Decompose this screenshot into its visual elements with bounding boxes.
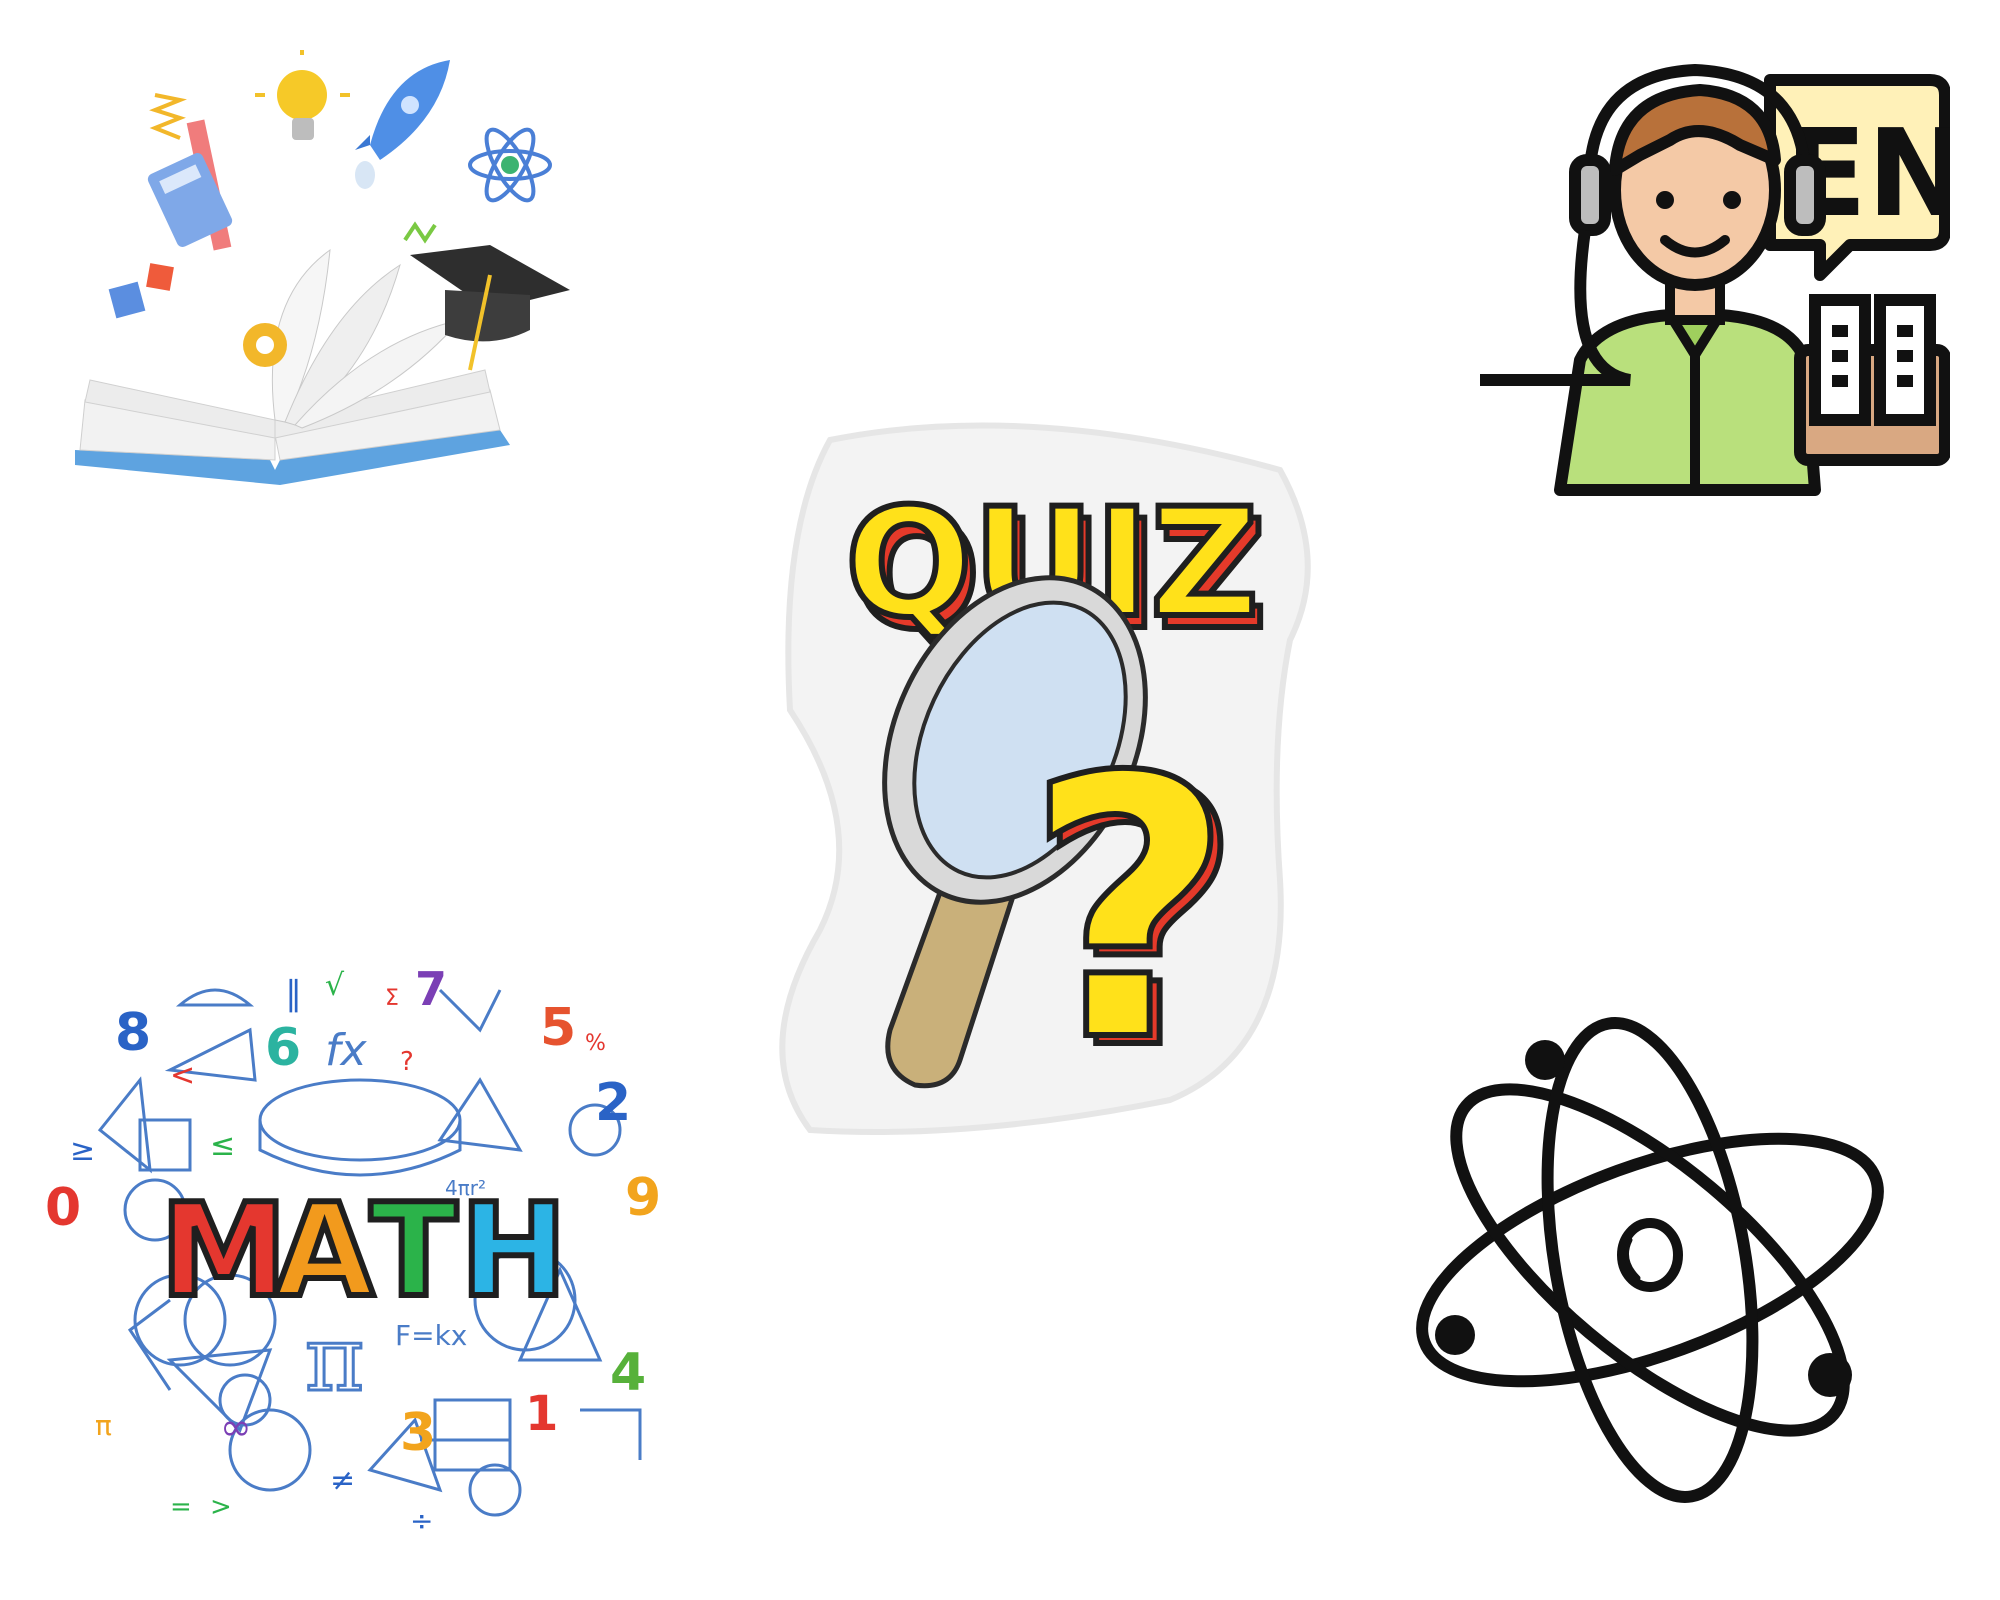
math-number: 8 [115,1003,151,1063]
atom-outline-illustration [1380,990,1910,1530]
atom-outline-icon [1416,1017,1884,1503]
math-letter-a: A [275,1177,374,1326]
math-number: 5 [540,998,576,1058]
math-symbol: % [585,1031,606,1056]
math-symbol: π [95,1409,112,1442]
math-symbol: √ [325,970,345,1003]
atom-icon [468,127,552,203]
dice-icon [108,263,174,319]
math-symbol: ≠ [330,1463,355,1498]
spring-icon [149,93,187,140]
math-number: 3 [400,1403,436,1463]
open-book-icon [75,248,510,485]
math-symbol: = [170,1492,192,1522]
math-letter-m: M [160,1177,287,1326]
math-number: 9 [625,1168,661,1228]
math-symbol: ≥ [70,1133,95,1168]
math-number: 4 [610,1343,646,1403]
svg-text:?: ? [1025,701,1234,1120]
math-symbol: > [210,1492,232,1522]
english-teacher-illustration: EN [1470,40,1950,510]
light-bulb-icon [255,50,350,140]
math-letter-h: H [460,1177,567,1326]
math-number: 1 [525,1386,558,1442]
math-letter-t: T [370,1177,457,1326]
quiz-sticker: QUIZ QUIZ ? ? [770,410,1330,1170]
math-symbol: ÷ [410,1504,433,1537]
avatar [1609,84,1781,291]
math-title: M A T H [157,1174,570,1329]
math-symbol: ? [400,1047,414,1077]
math-number: 2 [595,1073,631,1133]
math-number: 7 [415,970,447,1016]
math-symbol: ∥ [285,974,302,1014]
question-mark-icon: ? ? [1022,698,1247,1131]
math-symbol: ≤ [210,1128,235,1163]
math-doodle-illustration: 8 6 7 5 2 0 9 4 3 1 ∥ √ Σ % ? < ≥ ≤ π ∞ … [40,970,680,1550]
math-symbol: fx [325,1025,367,1076]
rocket-icon [355,60,450,189]
math-symbol: < [170,1058,195,1093]
spring-icon [403,221,437,244]
education-book-illustration [70,50,580,510]
book-icon [1794,294,1950,466]
math-number: 0 [45,1178,81,1238]
graduation-cap-icon [410,245,570,371]
math-symbol: Σ [385,986,399,1011]
math-symbol: ∞ [220,1405,252,1449]
gear-icon [243,323,287,367]
math-number: 6 [265,1018,301,1078]
